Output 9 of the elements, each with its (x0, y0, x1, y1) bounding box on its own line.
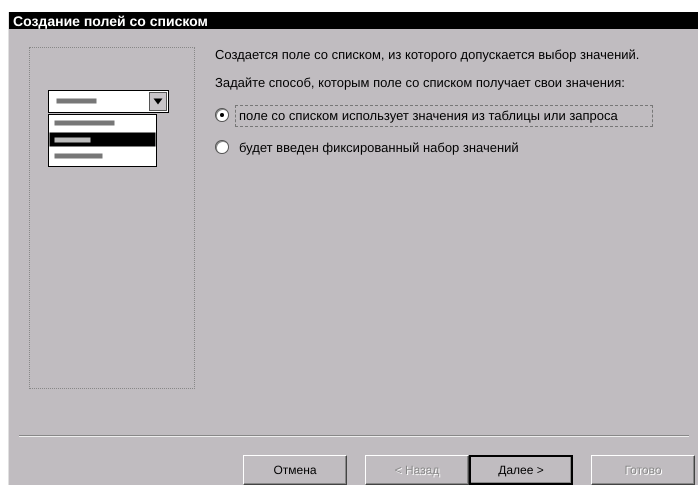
instruction-text: Создается поле со списком, из которого допускается выбор значений. (215, 47, 640, 63)
radio-button[interactable] (215, 108, 229, 122)
radio-label[interactable]: будет введен фиксированный набор значений (235, 137, 653, 159)
wizard-button[interactable]: Далее > (469, 455, 573, 485)
radio-button[interactable] (215, 140, 229, 154)
radio-label[interactable]: поле со списком использует значения из таблицы или запроса (235, 105, 653, 127)
wizard-button[interactable]: Отмена (243, 455, 347, 485)
instruction-text: Задайте способ, которым поле со списком получает свои значения: (215, 75, 626, 91)
window-title: Создание полей со списком (13, 12, 208, 28)
